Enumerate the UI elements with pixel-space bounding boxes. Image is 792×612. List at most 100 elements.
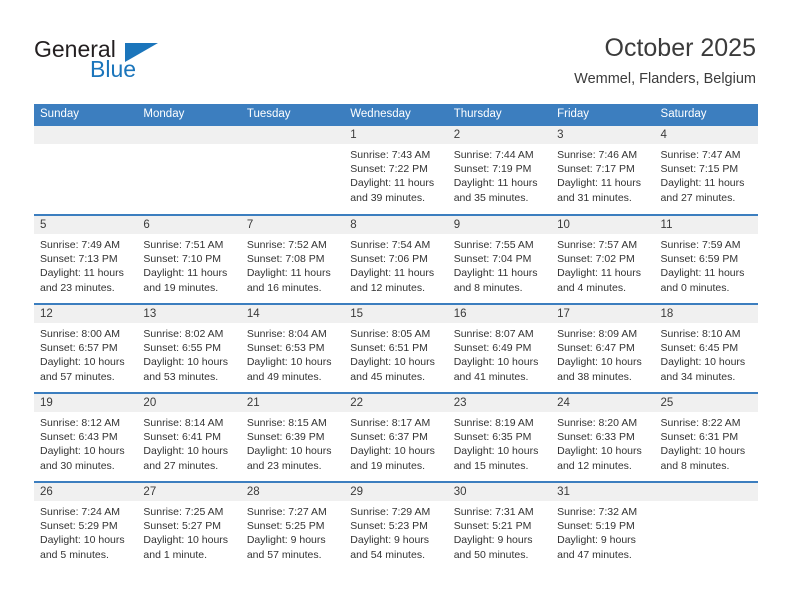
day-number: 8	[344, 216, 448, 234]
sunrise-text: Sunrise: 7:54 AM	[350, 239, 431, 251]
calendar-day-cell[interactable]: 2 Sunrise: 7:44 AM Sunset: 7:19 PM Daylight…	[447, 124, 552, 215]
daylight-text: Daylight: 10 hours	[557, 445, 642, 458]
daylight-text: Daylight: 10 hours	[143, 356, 229, 369]
day-number: 25	[654, 394, 758, 412]
calendar-page: General Blue October 2025 Wemmel, Flande…	[0, 0, 792, 612]
general-blue-logo[interactable]: General Blue	[34, 36, 214, 86]
sunset-text: Sunset: 6:55 PM	[143, 342, 222, 355]
day-details: Sunrise: 7:25 AM Sunset: 5:27 PM Daylight:…	[137, 501, 240, 562]
calendar-day-cell[interactable]: 21 Sunrise: 8:15 AM Sunset: 6:39 PM Dayligh…	[240, 392, 345, 482]
calendar-day-cell[interactable]: 25 Sunrise: 8:22 AM Sunset: 6:31 PM Dayligh…	[654, 392, 758, 482]
daylight-text-cont: and 8 minutes.	[660, 459, 730, 472]
daylight-text-cont: and 49 minutes.	[246, 370, 322, 383]
day-details: Sunrise: 8:05 AM Sunset: 6:51 PM Daylight:…	[344, 323, 447, 384]
calendar-day-cell[interactable]: 7 Sunrise: 7:52 AM Sunset: 7:08 PM Daylight…	[240, 214, 345, 304]
calendar-day-cell[interactable]: 31 Sunrise: 7:32 AM Sunset: 5:19 PM Dayligh…	[551, 481, 655, 571]
sunset-text: Sunset: 7:15 PM	[660, 163, 739, 176]
daylight-text: Daylight: 10 hours	[40, 356, 125, 369]
sunrise-text: Sunrise: 7:46 AM	[557, 149, 638, 161]
title-block: October 2025 Wemmel, Flanders, Belgium	[574, 33, 756, 89]
sunrise-text: Sunrise: 8:10 AM	[660, 328, 741, 340]
day-details: Sunrise: 8:14 AM Sunset: 6:41 PM Daylight:…	[137, 412, 240, 473]
day-details: Sunrise: 8:10 AM Sunset: 6:45 PM Daylight:…	[655, 323, 758, 384]
calendar-day-cell[interactable]: 18 Sunrise: 8:10 AM Sunset: 6:45 PM Dayligh…	[654, 303, 758, 393]
calendar-day-cell[interactable]: 1 Sunrise: 7:43 AM Sunset: 7:22 PM Daylight…	[344, 124, 448, 215]
daylight-text-cont: and 57 minutes.	[40, 370, 115, 383]
daylight-text-cont: and 27 minutes.	[660, 191, 736, 204]
calendar-day-cell[interactable]: 15 Sunrise: 8:05 AM Sunset: 6:51 PM Dayligh…	[344, 303, 448, 393]
calendar-day-cell[interactable]: 14 Sunrise: 8:04 AM Sunset: 6:53 PM Dayligh…	[240, 303, 345, 393]
daylight-text: Daylight: 9 hours	[453, 534, 533, 547]
daylight-text-cont: and 34 minutes.	[660, 370, 736, 383]
day-details: Sunrise: 7:31 AM Sunset: 5:21 PM Daylight:…	[448, 501, 551, 562]
daylight-text-cont: and 5 minutes.	[40, 548, 109, 561]
daylight-text: Daylight: 10 hours	[350, 445, 435, 458]
sunrise-text: Sunrise: 7:32 AM	[557, 506, 638, 518]
sunrise-text: Sunrise: 7:59 AM	[660, 239, 741, 251]
calendar-day-cell[interactable]: 24 Sunrise: 8:20 AM Sunset: 6:33 PM Dayligh…	[551, 392, 655, 482]
calendar-day-cell[interactable]: 17 Sunrise: 8:09 AM Sunset: 6:47 PM Dayligh…	[551, 303, 655, 393]
daylight-text: Daylight: 9 hours	[350, 534, 430, 547]
daylight-text-cont: and 12 minutes.	[557, 459, 632, 472]
day-number: 5	[34, 216, 138, 234]
day-number: 29	[344, 483, 448, 501]
day-details: Sunrise: 7:24 AM Sunset: 5:29 PM Daylight:…	[34, 501, 137, 562]
calendar-day-cell[interactable]: 8 Sunrise: 7:54 AM Sunset: 7:06 PM Daylight…	[344, 214, 448, 304]
daylight-text-cont: and 39 minutes.	[350, 191, 425, 204]
daylight-text-cont: and 45 minutes.	[350, 370, 425, 383]
calendar-day-cell[interactable]: 16 Sunrise: 8:07 AM Sunset: 6:49 PM Dayligh…	[447, 303, 552, 393]
daylight-text-cont: and 41 minutes.	[453, 370, 529, 383]
sunrise-text: Sunrise: 7:25 AM	[143, 506, 224, 518]
sunrise-text: Sunrise: 7:51 AM	[143, 239, 224, 251]
calendar-day-cell[interactable]: 5 Sunrise: 7:49 AM Sunset: 7:13 PM Daylight…	[34, 214, 138, 304]
calendar-day-cell[interactable]: 13 Sunrise: 8:02 AM Sunset: 6:55 PM Dayligh…	[137, 303, 241, 393]
day-number: 10	[551, 216, 655, 234]
sunset-text: Sunset: 6:35 PM	[453, 431, 532, 444]
day-number: 19	[34, 394, 138, 412]
calendar-day-cell[interactable]: 4 Sunrise: 7:47 AM Sunset: 7:15 PM Daylight…	[654, 124, 758, 215]
sunset-text: Sunset: 7:08 PM	[246, 253, 325, 266]
calendar-day-cell[interactable]: 30 Sunrise: 7:31 AM Sunset: 5:21 PM Dayligh…	[447, 481, 552, 571]
day-number: 9	[447, 216, 552, 234]
day-number: 16	[447, 305, 552, 323]
daylight-text: Daylight: 10 hours	[143, 534, 229, 547]
day-details: Sunrise: 8:04 AM Sunset: 6:53 PM Daylight:…	[241, 323, 344, 384]
day-number: 28	[240, 483, 345, 501]
calendar-week-row: 19 Sunrise: 8:12 AM Sunset: 6:43 PM Dayligh…	[34, 392, 758, 482]
calendar-day-cell[interactable]: 11 Sunrise: 7:59 AM Sunset: 6:59 PM Dayligh…	[654, 214, 758, 304]
calendar-day-cell[interactable]: 23 Sunrise: 8:19 AM Sunset: 6:35 PM Dayligh…	[447, 392, 552, 482]
daylight-text: Daylight: 10 hours	[350, 356, 435, 369]
calendar-day-cell[interactable]: 22 Sunrise: 8:17 AM Sunset: 6:37 PM Dayligh…	[344, 392, 448, 482]
daylight-text: Daylight: 11 hours	[557, 177, 641, 190]
daylight-text: Daylight: 10 hours	[143, 445, 229, 458]
weekday-header-friday: Friday	[551, 104, 655, 125]
calendar-day-cell[interactable]: 10 Sunrise: 7:57 AM Sunset: 7:02 PM Dayligh…	[551, 214, 655, 304]
calendar-day-cell[interactable]: 9 Sunrise: 7:55 AM Sunset: 7:04 PM Daylight…	[447, 214, 552, 304]
sunrise-text: Sunrise: 7:24 AM	[40, 506, 120, 518]
calendar-day-cell[interactable]: 6 Sunrise: 7:51 AM Sunset: 7:10 PM Daylight…	[137, 214, 241, 304]
daylight-text-cont: and 8 minutes.	[453, 281, 523, 294]
day-details: Sunrise: 7:47 AM Sunset: 7:15 PM Daylight:…	[655, 144, 758, 205]
sunrise-text: Sunrise: 7:49 AM	[40, 239, 120, 251]
sunrise-text: Sunrise: 8:20 AM	[557, 417, 638, 429]
calendar-day-cell[interactable]: 28 Sunrise: 7:27 AM Sunset: 5:25 PM Dayligh…	[240, 481, 345, 571]
calendar-day-cell[interactable]: 3 Sunrise: 7:46 AM Sunset: 7:17 PM Daylight…	[551, 124, 655, 215]
day-number: 15	[344, 305, 448, 323]
sunset-text: Sunset: 5:21 PM	[453, 520, 532, 533]
daylight-text: Daylight: 10 hours	[246, 445, 332, 458]
day-number: 26	[34, 483, 138, 501]
calendar-day-cell[interactable]: 27 Sunrise: 7:25 AM Sunset: 5:27 PM Dayligh…	[137, 481, 241, 571]
calendar-day-cell[interactable]: 20 Sunrise: 8:14 AM Sunset: 6:41 PM Dayligh…	[137, 392, 241, 482]
calendar-day-cell[interactable]: 19 Sunrise: 8:12 AM Sunset: 6:43 PM Dayligh…	[34, 392, 138, 482]
day-details: Sunrise: 7:54 AM Sunset: 7:06 PM Daylight:…	[344, 234, 447, 295]
weekday-header-wednesday: Wednesday	[344, 104, 448, 125]
calendar-day-cell[interactable]: 29 Sunrise: 7:29 AM Sunset: 5:23 PM Dayligh…	[344, 481, 448, 571]
calendar-day-cell[interactable]: 26 Sunrise: 7:24 AM Sunset: 5:29 PM Dayligh…	[34, 481, 138, 571]
sunrise-text: Sunrise: 8:19 AM	[453, 417, 534, 429]
daylight-text-cont: and 54 minutes.	[350, 548, 425, 561]
daylight-text: Daylight: 10 hours	[660, 356, 746, 369]
sunset-text: Sunset: 7:22 PM	[350, 163, 428, 176]
day-number: 22	[344, 394, 448, 412]
calendar-day-cell[interactable]: 12 Sunrise: 8:00 AM Sunset: 6:57 PM Dayligh…	[34, 303, 138, 393]
day-number: 7	[240, 216, 345, 234]
